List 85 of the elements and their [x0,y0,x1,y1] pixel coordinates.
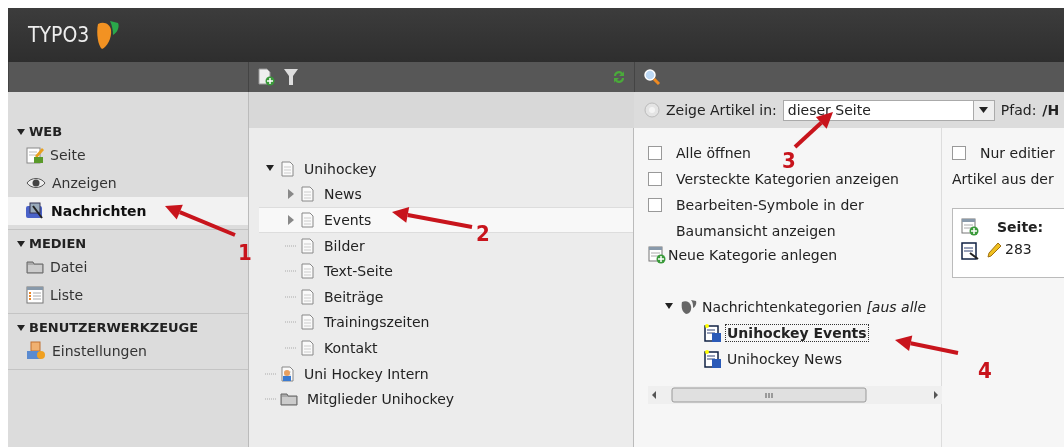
new-page-icon[interactable] [257,68,275,86]
caret-icon [979,107,989,113]
filter-label: Zeige Artikel in: [666,102,777,118]
annotation-number: 3 [782,148,796,173]
add-record-icon [648,246,666,264]
tree-item[interactable]: Mitglieder Unihockey [301,391,455,408]
tree-item[interactable]: Uni Hockey Intern [298,365,429,382]
checkbox[interactable] [648,198,662,212]
column-header: Seite: [997,219,1044,235]
help-icon [644,102,660,118]
annotation-number: 4 [978,358,992,383]
table-cell: 283 [1005,241,1032,257]
eye-icon [26,176,46,190]
connector-line [265,398,277,401]
refresh-icon[interactable] [612,69,626,85]
new-category-link[interactable]: Neue Kategorie anlegen [648,246,838,264]
checkbox-label: Nur editier [980,145,1055,161]
logo-text: TYPO3 [28,23,90,47]
folder-icon [26,260,44,274]
tree-item[interactable]: Kontakt [318,339,378,356]
path-value: /H [1042,102,1060,118]
tree-item[interactable]: Bilder [318,237,365,254]
annotation-number: 1 [238,240,252,265]
tree-item[interactable]: Events [318,212,372,228]
triangle-icon [16,127,25,136]
module-item[interactable]: Anzeigen [8,169,248,197]
connector-line [285,244,297,247]
page-icon [300,212,315,228]
pencil-icon[interactable] [985,241,1001,259]
news-icon [25,202,45,220]
category-icon [704,323,722,343]
tree-item[interactable]: Beiträge [318,288,384,305]
logo-icon [95,20,122,50]
module-item[interactable]: Seite [8,141,248,169]
module-item[interactable]: Liste [8,281,248,309]
tree-item[interactable]: Unihockey [298,160,377,177]
connector-line [285,270,297,273]
annotation-arrow [895,335,959,355]
category-item[interactable]: Unihockey Events [726,325,868,341]
tree-item[interactable]: News [318,186,362,203]
group-header[interactable]: BENUTZERWERKZEUGE [8,318,207,337]
page-icon [300,237,315,254]
page-icon [300,288,315,305]
filter-icon[interactable] [283,68,299,86]
annotation-arrow [165,204,236,237]
category-item[interactable]: Unihockey News [726,351,843,367]
connector-line [265,372,277,375]
tree-item[interactable]: Trainingszeiten [318,314,430,331]
checkbox-label: Versteckte Kategorien anzeigen [676,170,899,189]
category-icon [704,349,722,369]
module-item[interactable]: Nachrichten [8,197,248,225]
connector-line [285,346,297,349]
annotation-number: 2 [476,221,490,246]
page-icon [300,339,315,356]
section-label: Artikel aus der [952,171,1054,187]
user-page-icon [280,365,295,382]
horizontal-scrollbar[interactable] [648,386,942,404]
page-icon [300,186,315,203]
connector-line [285,295,297,298]
tree-item[interactable]: Text-Seite [318,263,393,280]
module-item[interactable]: Einstellungen [8,337,248,365]
search-icon[interactable] [643,68,661,86]
category-root[interactable]: Nachrichtenkategorien [aus alle [702,299,927,315]
add-record-icon[interactable] [961,218,979,236]
page-select[interactable]: dieser Seite [782,99,995,121]
page-icon [300,263,315,280]
user-icon [26,341,46,361]
checkbox[interactable] [952,146,966,160]
checkbox[interactable] [648,172,662,186]
page-icon [300,314,315,331]
connector-line [285,321,297,324]
group-header[interactable]: WEB [8,122,71,141]
pencil-page-icon [26,146,44,164]
folder-icon [280,392,298,407]
group-header[interactable]: MEDIEN [8,234,95,253]
checkbox[interactable] [648,146,662,160]
page-icon [280,160,295,177]
triangle-icon [16,323,25,332]
path-label: Pfad: [1000,102,1037,118]
checkbox-label: Bearbeiten-Symbole in der Baumansicht anzeigen [676,196,865,241]
triangle-icon [16,239,25,248]
list-icon [26,286,44,304]
logo-icon [680,299,698,315]
record-icon [961,241,981,261]
checkbox-label: Alle öffnen [676,144,751,163]
